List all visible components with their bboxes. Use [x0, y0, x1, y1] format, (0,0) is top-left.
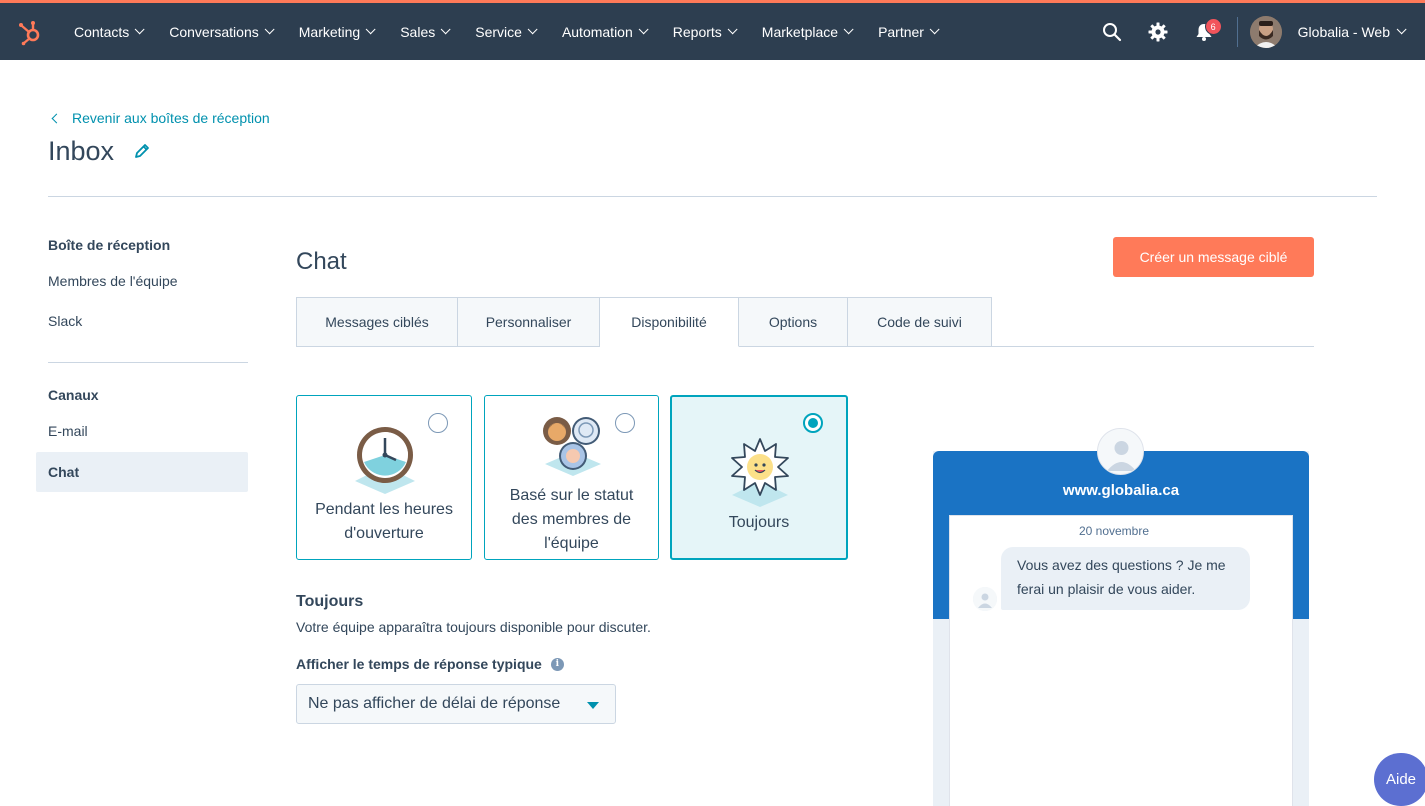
- chevron-down-icon: [1396, 24, 1407, 35]
- response-time-select[interactable]: Ne pas afficher de délai de réponse: [296, 684, 616, 724]
- availability-option-team-status[interactable]: Basé sur le statut des membres de l'équi…: [484, 395, 659, 560]
- radio-team-status[interactable]: [615, 413, 635, 433]
- help-button[interactable]: Aide: [1374, 753, 1425, 806]
- availability-mode-title: Toujours: [296, 593, 364, 610]
- back-to-inboxes-link[interactable]: Revenir aux boîtes de réception: [50, 110, 270, 126]
- response-time-selected-value: Ne pas afficher de délai de réponse: [308, 695, 561, 712]
- chevron-down-icon: [264, 24, 275, 35]
- response-time-label-text: Afficher le temps de réponse typique: [296, 656, 542, 672]
- nav-conversations-label: Conversations: [169, 23, 259, 40]
- tab-customize[interactable]: Personnaliser: [458, 297, 600, 347]
- nav-partner[interactable]: Partner: [864, 24, 950, 40]
- chevron-down-icon: [843, 24, 854, 35]
- user-avatar[interactable]: [1249, 15, 1282, 48]
- option-business-hours-label-line2: d'ouverture: [344, 525, 424, 542]
- nav-reports[interactable]: Reports: [659, 24, 748, 40]
- chat-preview-message-line2: ferai un plaisir de vous aider.: [1017, 581, 1196, 597]
- nav-marketing[interactable]: Marketing: [285, 24, 386, 40]
- nav-marketing-label: Marketing: [298, 23, 361, 40]
- main-menu: Contacts Conversations Marketing Sales S…: [60, 3, 950, 60]
- chevron-down-icon: [365, 24, 376, 35]
- option-team-status-label-line2: des membres de: [511, 511, 632, 528]
- chevron-left-icon: [51, 113, 62, 123]
- chevron-down-icon: [527, 24, 538, 35]
- availability-option-business-hours[interactable]: Pendant les heures d'ouverture: [296, 395, 472, 560]
- dropdown-caret-icon: [587, 702, 599, 709]
- clock-icon: [355, 427, 415, 494]
- chat-preview-avatar: [1097, 428, 1144, 475]
- gear-icon: [1148, 22, 1168, 41]
- sidebar-group-channels-title: Canaux: [48, 387, 99, 403]
- sidebar-item-slack[interactable]: Slack: [36, 301, 248, 341]
- nav-marketplace[interactable]: Marketplace: [748, 24, 864, 40]
- account-menu[interactable]: Globalia - Web: [1297, 23, 1407, 40]
- header-divider: [48, 196, 1377, 197]
- chevron-down-icon: [638, 24, 649, 35]
- page-title: Inbox: [48, 136, 115, 166]
- info-icon[interactable]: i: [550, 657, 564, 671]
- option-team-status-label-line1: Basé sur le statut: [509, 487, 634, 504]
- account-name: Globalia - Web: [1297, 23, 1390, 40]
- sidebar-item-team-members[interactable]: Membres de l'équipe: [36, 261, 248, 301]
- tab-targeted-messages[interactable]: Messages ciblés: [296, 297, 458, 347]
- sidebar-divider: [48, 362, 248, 363]
- sidebar-group-inbox-title: Boîte de réception: [48, 237, 171, 253]
- radio-business-hours[interactable]: [428, 413, 448, 433]
- team-members-icon: [543, 417, 601, 476]
- person-placeholder-icon: [1098, 429, 1143, 474]
- chevron-down-icon: [440, 24, 451, 35]
- option-business-hours-label-line1: Pendant les heures: [315, 501, 453, 518]
- search-icon: [1102, 22, 1121, 41]
- chat-preview-agent-avatar: [973, 587, 997, 611]
- person-placeholder-icon: [973, 587, 997, 611]
- nav-reports-label: Reports: [672, 23, 722, 40]
- top-navigation: Contacts Conversations Marketing Sales S…: [0, 3, 1425, 60]
- availability-option-always[interactable]: Toujours: [670, 395, 848, 560]
- nav-automation-label: Automation: [561, 23, 633, 40]
- section-title: Chat: [296, 248, 347, 275]
- chevron-down-icon: [727, 24, 738, 35]
- tab-availability[interactable]: Disponibilité: [600, 297, 739, 347]
- chat-preview-date: 20 novembre: [1078, 524, 1150, 538]
- sidebar-item-email[interactable]: E-mail: [36, 411, 248, 451]
- tabs-divider: [296, 346, 1314, 347]
- response-time-field-label: Afficher le temps de réponse typique i: [296, 656, 564, 672]
- back-link-label: Revenir aux boîtes de réception: [72, 110, 270, 126]
- nav-contacts[interactable]: Contacts: [60, 24, 155, 40]
- nav-marketplace-label: Marketplace: [761, 23, 839, 40]
- nav-conversations[interactable]: Conversations: [155, 24, 285, 40]
- option-always-label: Toujours: [728, 514, 790, 531]
- chat-preview-message-line1: Vous avez des questions ? Je me: [1017, 557, 1226, 573]
- notifications-button[interactable]: 6: [1181, 3, 1227, 60]
- tab-options[interactable]: Options: [739, 297, 848, 347]
- nav-contacts-label: Contacts: [74, 23, 130, 40]
- option-team-status-label-line3: l'équipe: [544, 535, 599, 552]
- create-targeted-message-button[interactable]: Créer un message ciblé: [1113, 237, 1314, 277]
- nav-divider: [1236, 16, 1238, 47]
- hubspot-logo-icon[interactable]: [17, 20, 43, 46]
- sidebar-item-chat[interactable]: Chat: [36, 452, 248, 492]
- nav-service-label: Service: [475, 23, 522, 40]
- tab-tracking-code[interactable]: Code de suivi: [848, 297, 992, 347]
- chevron-down-icon: [929, 24, 940, 35]
- chat-preview-site-name: www.globalia.ca: [1062, 482, 1180, 499]
- user-photo-icon: [1249, 15, 1282, 48]
- nav-partner-label: Partner: [878, 23, 924, 40]
- chevron-down-icon: [134, 24, 145, 35]
- notification-count-badge: 6: [1204, 18, 1222, 35]
- pencil-icon[interactable]: [134, 143, 150, 159]
- nav-automation[interactable]: Automation: [548, 24, 659, 40]
- settings-button[interactable]: [1135, 3, 1181, 60]
- search-button[interactable]: [1089, 3, 1135, 60]
- availability-mode-description: Votre équipe apparaîtra toujours disponi…: [296, 619, 651, 635]
- sun-icon: [731, 438, 789, 507]
- radio-always[interactable]: [803, 413, 823, 433]
- nav-sales[interactable]: Sales: [386, 24, 461, 40]
- settings-tabs: Messages ciblés Personnaliser Disponibil…: [296, 297, 992, 347]
- nav-service[interactable]: Service: [461, 24, 548, 40]
- nav-right-tools: 6 Globalia - Web: [1089, 3, 1425, 60]
- chat-preview-message-bubble: Vous avez des questions ? Je me ferai un…: [1001, 547, 1250, 610]
- nav-sales-label: Sales: [400, 23, 436, 40]
